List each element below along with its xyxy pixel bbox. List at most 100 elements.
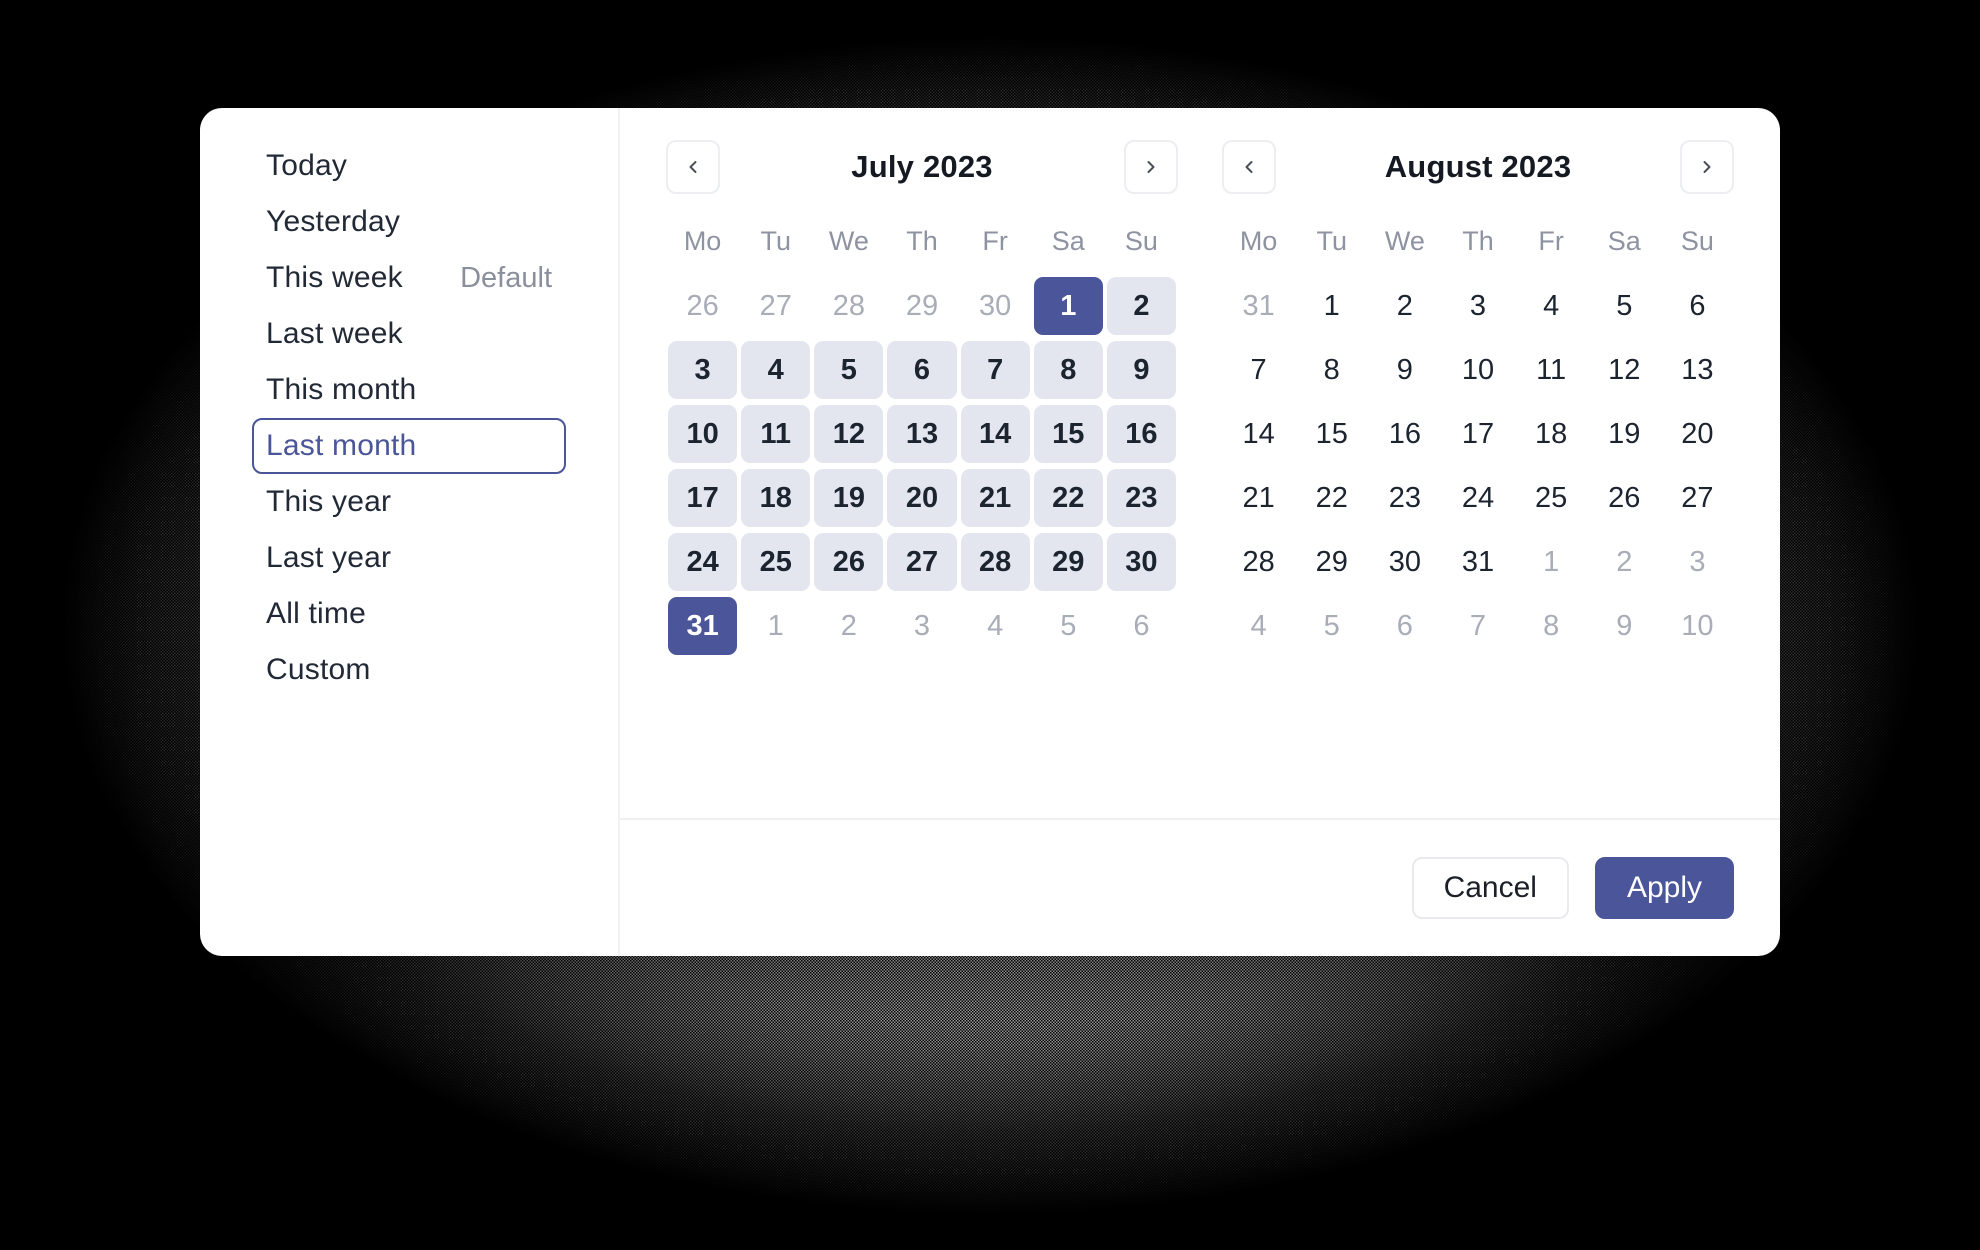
day-cell[interactable]: 9 [1370,341,1439,399]
day-cell[interactable]: 16 [1370,405,1439,463]
day-cell[interactable]: 18 [1517,405,1586,463]
sidebar-item-custom[interactable]: Custom [252,642,566,698]
day-cell[interactable]: 1 [1517,533,1586,591]
day-cell[interactable]: 2 [1370,277,1439,335]
day-cell[interactable]: 4 [1517,277,1586,335]
day-cell[interactable]: 30 [1106,533,1176,591]
day-cell[interactable]: 14 [1224,405,1293,463]
day-cell[interactable]: 15 [1297,405,1366,463]
day-cell[interactable]: 28 [960,533,1030,591]
day-cell[interactable]: 3 [1663,533,1732,591]
prev-month-button-0[interactable] [666,140,720,194]
day-cell[interactable]: 7 [1443,597,1512,655]
day-cell[interactable]: 8 [1033,341,1103,399]
day-cell[interactable]: 10 [668,405,738,463]
day-cell[interactable]: 1 [1297,277,1366,335]
day-cell[interactable]: 19 [1590,405,1659,463]
sidebar-item-today[interactable]: Today [252,138,566,194]
sidebar-item-last-week[interactable]: Last week [252,306,566,362]
day-cell[interactable]: 10 [1443,341,1512,399]
sidebar-item-yesterday[interactable]: Yesterday [252,194,566,250]
day-cell[interactable]: 30 [1370,533,1439,591]
day-cell[interactable]: 9 [1106,341,1176,399]
day-cell[interactable]: 20 [887,469,957,527]
day-cell[interactable]: 12 [814,405,884,463]
day-cell[interactable]: 24 [668,533,738,591]
day-cell[interactable]: 29 [1033,533,1103,591]
day-cell[interactable]: 27 [741,277,810,335]
day-cell[interactable]: 8 [1517,597,1586,655]
day-cell[interactable]: 10 [1663,597,1732,655]
day-cell[interactable]: 8 [1297,341,1366,399]
day-cell[interactable]: 4 [741,341,811,399]
day-cell[interactable]: 21 [960,469,1030,527]
day-cell[interactable]: 23 [1106,469,1176,527]
sidebar-item-this-year[interactable]: This year [252,474,566,530]
day-cell[interactable]: 6 [887,341,957,399]
day-cell[interactable]: 1 [1033,277,1103,335]
day-cell[interactable]: 31 [668,597,738,655]
day-cell[interactable]: 3 [668,341,738,399]
sidebar-item-all-time[interactable]: All time [252,586,566,642]
day-cell[interactable]: 14 [960,405,1030,463]
day-cell[interactable]: 7 [960,341,1030,399]
sidebar-item-last-month[interactable]: Last month [252,418,566,474]
day-cell[interactable]: 22 [1297,469,1366,527]
day-cell[interactable]: 27 [1663,469,1732,527]
day-cell[interactable]: 28 [814,277,883,335]
day-cell[interactable]: 2 [814,597,883,655]
day-cell[interactable]: 2 [1106,277,1176,335]
day-cell[interactable]: 20 [1663,405,1732,463]
day-cell[interactable]: 31 [1224,277,1293,335]
day-cell[interactable]: 4 [961,597,1030,655]
day-cell[interactable]: 22 [1033,469,1103,527]
cancel-button[interactable]: Cancel [1411,857,1569,919]
day-cell[interactable]: 13 [1663,341,1732,399]
day-cell[interactable]: 6 [1663,277,1732,335]
day-cell[interactable]: 12 [1590,341,1659,399]
day-cell[interactable]: 29 [1297,533,1366,591]
day-cell[interactable]: 25 [1517,469,1586,527]
day-cell[interactable]: 24 [1443,469,1512,527]
day-cell[interactable]: 6 [1107,597,1176,655]
day-cell[interactable]: 11 [1517,341,1586,399]
day-cell[interactable]: 5 [1297,597,1366,655]
day-cell[interactable]: 17 [668,469,738,527]
day-cell[interactable]: 19 [814,469,884,527]
apply-button[interactable]: Apply [1594,857,1734,919]
sidebar-item-this-month[interactable]: This month [252,362,566,418]
day-cell[interactable]: 21 [1224,469,1293,527]
day-cell[interactable]: 16 [1106,405,1176,463]
day-cell[interactable]: 26 [1590,469,1659,527]
day-cell[interactable]: 5 [1590,277,1659,335]
day-cell[interactable]: 26 [814,533,884,591]
day-cell[interactable]: 6 [1370,597,1439,655]
day-cell[interactable]: 3 [1443,277,1512,335]
next-month-button-1[interactable] [1680,140,1734,194]
day-cell[interactable]: 1 [741,597,810,655]
day-cell[interactable]: 13 [887,405,957,463]
day-cell[interactable]: 5 [814,341,884,399]
sidebar-item-this-week[interactable]: This week Default [252,250,566,306]
day-cell[interactable]: 9 [1590,597,1659,655]
day-cell[interactable]: 4 [1224,597,1293,655]
day-cell[interactable]: 23 [1370,469,1439,527]
day-cell[interactable]: 15 [1033,405,1103,463]
day-cell[interactable]: 17 [1443,405,1512,463]
day-cell[interactable]: 25 [741,533,811,591]
day-cell[interactable]: 27 [887,533,957,591]
day-cell[interactable]: 11 [741,405,811,463]
day-cell[interactable]: 30 [961,277,1030,335]
day-cell[interactable]: 29 [887,277,956,335]
prev-month-button-1[interactable] [1222,140,1276,194]
day-cell[interactable]: 5 [1034,597,1103,655]
next-month-button-0[interactable] [1124,140,1178,194]
day-cell[interactable]: 2 [1590,533,1659,591]
day-cell[interactable]: 18 [741,469,811,527]
day-cell[interactable]: 28 [1224,533,1293,591]
day-cell[interactable]: 26 [668,277,737,335]
day-cell[interactable]: 7 [1224,341,1293,399]
day-cell[interactable]: 3 [887,597,956,655]
day-cell[interactable]: 31 [1443,533,1512,591]
sidebar-item-last-year[interactable]: Last year [252,530,566,586]
